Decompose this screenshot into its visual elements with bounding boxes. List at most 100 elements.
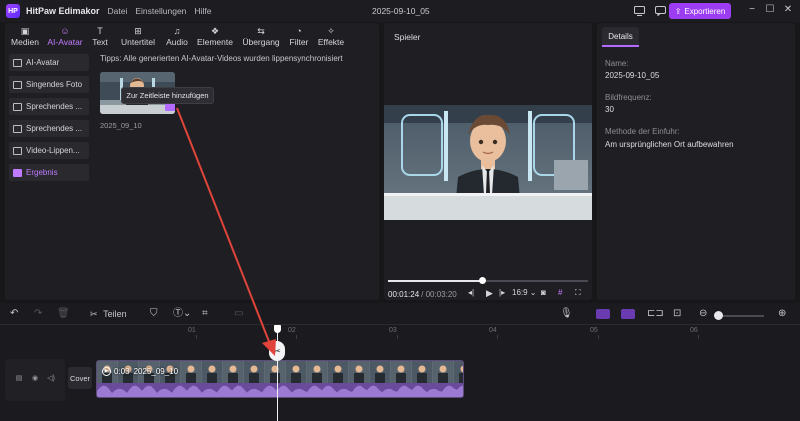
add-to-timeline-icon[interactable] <box>165 104 175 111</box>
split-button[interactable]: ✂ Teilen <box>90 308 127 320</box>
delete-icon[interactable]: 🗑 <box>57 308 70 320</box>
clip-name: 2025_09_10 <box>133 366 179 376</box>
menu-bar: Datei Einstellungen Hilfe <box>108 6 220 16</box>
tab-label: Elemente <box>197 37 233 47</box>
ruler-tick: 01 <box>188 327 196 334</box>
play-icon[interactable]: ▶ <box>486 288 493 299</box>
zoom-slider-handle[interactable] <box>714 311 723 320</box>
aspect-ratio-value: 16:9 <box>512 288 528 297</box>
tab-uebergang[interactable]: ⇆ Übergang <box>237 23 285 49</box>
text-tool-icon[interactable]: Ⓣ⌄ <box>173 308 191 320</box>
ruler-tick: 04 <box>489 327 497 334</box>
link-icon[interactable] <box>621 309 635 319</box>
undo-icon[interactable]: ↶ <box>10 308 18 320</box>
minimize-icon[interactable]: − <box>745 4 759 15</box>
export-label: Exportieren <box>684 6 726 16</box>
track-lock-icon[interactable]: ▤ <box>15 375 23 383</box>
sidebar-item-ergebnis[interactable]: Ergebnis <box>9 164 89 181</box>
transition-icon: ⇆ <box>257 26 265 36</box>
clip-duration: 0:03 <box>114 366 130 376</box>
scrubber-handle[interactable] <box>479 277 486 284</box>
player-scrubber[interactable] <box>388 277 588 284</box>
export-icon: ⇪ <box>674 6 682 16</box>
ruler-mark <box>698 335 699 339</box>
mask-icon[interactable]: ⛉ <box>150 308 158 320</box>
menu-hilfe[interactable]: Hilfe <box>194 6 211 16</box>
grid-icon[interactable]: # <box>558 288 562 297</box>
sidebar-item-label: Singendes Foto <box>26 80 83 89</box>
split-label: Teilen <box>103 309 127 319</box>
magnet-snap-icon[interactable] <box>596 309 610 319</box>
snapshot-icon[interactable]: ◙ <box>541 288 546 297</box>
avatar-icon: ☺ <box>60 26 70 36</box>
photo-icon <box>13 102 22 111</box>
tab-label: Übergang <box>242 37 280 47</box>
prev-frame-icon[interactable]: ◂| <box>468 288 474 297</box>
filter-icon: ◔ <box>296 26 302 36</box>
zoom-in-icon[interactable]: ⊕ <box>778 308 786 320</box>
fit-icon[interactable]: ⊡ <box>673 308 681 320</box>
chat-icon[interactable] <box>653 3 668 18</box>
track-visibility-icon[interactable]: ◉ <box>31 375 39 383</box>
tab-elemente[interactable]: ❖ Elemente <box>193 23 237 49</box>
aspect-ratio-selector[interactable]: 16:9 ⌄ <box>512 288 537 297</box>
menu-datei[interactable]: Datei <box>108 6 128 16</box>
ruler-tick: 03 <box>389 327 397 334</box>
fullscreen-icon[interactable]: ⛶ <box>575 288 581 298</box>
video-preview <box>384 105 592 220</box>
total-time: / 00:03:20 <box>421 289 457 299</box>
cover-button[interactable]: Cover <box>68 367 92 389</box>
scissors-icon[interactable]: ✂ <box>269 341 285 361</box>
sidebar-item-singendes-foto[interactable]: Singendes Foto <box>9 76 89 93</box>
sidebar-item-ai-avatar[interactable]: AI-Avatar <box>9 54 89 71</box>
timeline-toolbar: ↶ ↷ 🗑 ✂ Teilen ⛉ Ⓣ⌄ ⌗ ▭ 🎙 ⊏⊐ ⊡ ⊖ ⊕ <box>0 303 800 325</box>
sidebar-item-label: Video-Lippen... <box>26 146 80 155</box>
track-audio-icon[interactable]: ◁) <box>47 375 55 383</box>
detail-value-name: 2025-09-10_05 <box>605 71 660 80</box>
track-header: ▤ ◉ ◁) <box>5 359 65 401</box>
timeline-ruler[interactable]: 01 02 03 04 05 06 <box>68 325 800 339</box>
ruler-mark <box>397 335 398 339</box>
playhead-handle[interactable] <box>274 325 281 333</box>
video-clip[interactable]: ▶ 0:03 2025_09_10 <box>96 360 464 398</box>
detail-value-framerate: 30 <box>605 105 614 114</box>
monitor-icon[interactable] <box>632 3 647 18</box>
media-tabs: ▣ Medien ☺ AI-Avatar T Text ⊞ Untertitel… <box>5 23 379 49</box>
tab-medien[interactable]: ▣ Medien <box>5 23 45 49</box>
detail-label-name: Name: <box>605 59 629 68</box>
ruler-tick: 02 <box>288 327 296 334</box>
ruler-mark <box>497 335 498 339</box>
tab-text[interactable]: T Text <box>85 23 115 49</box>
detail-value-import-method: Am ursprünglichen Ort aufbewahren <box>605 140 734 149</box>
maximize-icon[interactable]: ☐ <box>763 4 777 15</box>
subtitle-icon: ⊞ <box>134 26 142 36</box>
split-track-icon[interactable]: ⊏⊐ <box>647 308 664 320</box>
tab-filter[interactable]: ◔ Filter <box>285 23 313 49</box>
freeze-icon[interactable]: ▭ <box>234 308 243 320</box>
tab-untertitel[interactable]: ⊞ Untertitel <box>115 23 161 49</box>
next-frame-icon[interactable]: |▸ <box>499 288 505 297</box>
clip-label: ▶ 0:03 2025_09_10 <box>102 365 178 377</box>
sidebar-item-sprechendes-2[interactable]: Sprechendes ... <box>9 120 89 137</box>
tab-ai-avatar[interactable]: ☺ AI-Avatar <box>45 23 85 49</box>
thumbnail-name: 2025_09_10 <box>100 121 142 130</box>
menu-einstellungen[interactable]: Einstellungen <box>135 6 186 16</box>
sidebar-item-sprechendes-1[interactable]: Sprechendes ... <box>9 98 89 115</box>
app-name: HitPaw Edimakor <box>26 6 100 16</box>
zoom-out-icon[interactable]: ⊖ <box>699 308 707 320</box>
lipsync-icon <box>13 146 22 155</box>
crop-icon[interactable]: ⌗ <box>202 308 208 320</box>
app-logo: HP <box>6 4 20 18</box>
tab-label: Untertitel <box>120 37 155 47</box>
microphone-icon[interactable]: 🎙 <box>560 308 573 320</box>
tab-effekte[interactable]: ✧ Effekte <box>313 23 349 49</box>
tip-text: Tipps: Alle generierten AI-Avatar-Videos… <box>100 54 343 63</box>
tab-label: Text <box>92 37 108 47</box>
close-icon[interactable]: ✕ <box>781 4 795 15</box>
effects-icon: ✧ <box>327 26 335 36</box>
sidebar-item-video-lippen[interactable]: Video-Lippen... <box>9 142 89 159</box>
tab-details[interactable]: Details <box>602 27 639 47</box>
redo-icon[interactable]: ↷ <box>34 308 42 320</box>
tab-audio[interactable]: ♫ Audio <box>161 23 193 49</box>
export-button[interactable]: ⇪ Exportieren <box>669 3 731 19</box>
